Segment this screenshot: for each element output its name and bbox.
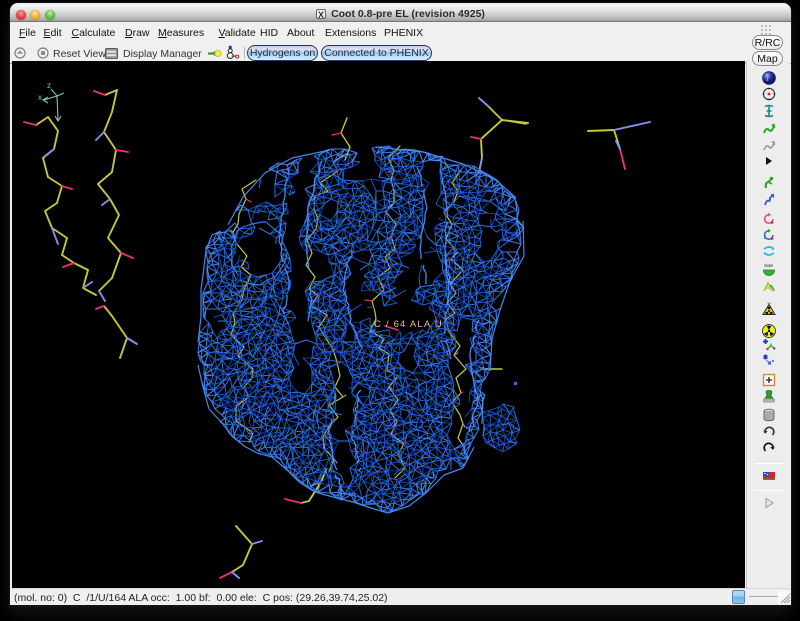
svg-text:z: z	[47, 81, 51, 90]
svg-text:C / 64 ALA U: C / 64 ALA U	[374, 319, 443, 330]
svg-text:Side: Side	[764, 263, 774, 268]
svg-text:x: x	[38, 93, 42, 102]
